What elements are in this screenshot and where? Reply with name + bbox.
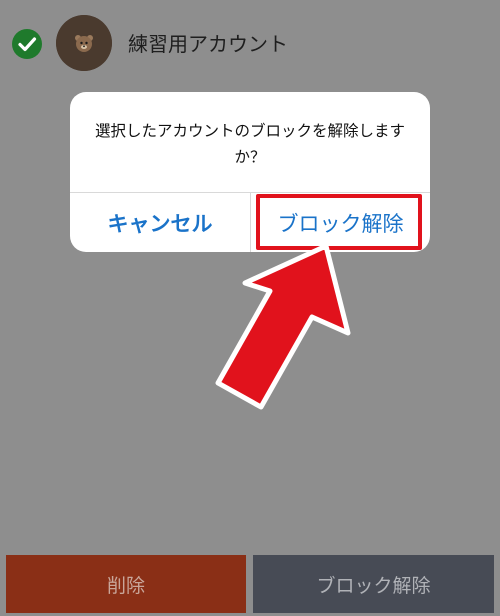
account-name: 練習用アカウント: [128, 32, 288, 56]
check-icon[interactable]: [12, 29, 42, 59]
delete-button[interactable]: 削除: [6, 555, 246, 613]
bottom-action-bar: 削除 ブロック解除: [0, 552, 500, 616]
dialog-button-row: キャンセル ブロック解除: [70, 192, 430, 252]
bottom-unblock-button[interactable]: ブロック解除: [253, 555, 494, 613]
account-row[interactable]: 練習用アカウント: [0, 0, 500, 88]
unblock-confirm-dialog: 選択したアカウントのブロックを解除しますか？ キャンセル ブロック解除: [70, 92, 430, 252]
bear-avatar-icon: [56, 15, 112, 71]
dialog-message: 選択したアカウントのブロックを解除しますか？: [94, 122, 405, 166]
unblock-button[interactable]: ブロック解除: [251, 193, 430, 252]
cancel-button[interactable]: キャンセル: [70, 193, 250, 252]
